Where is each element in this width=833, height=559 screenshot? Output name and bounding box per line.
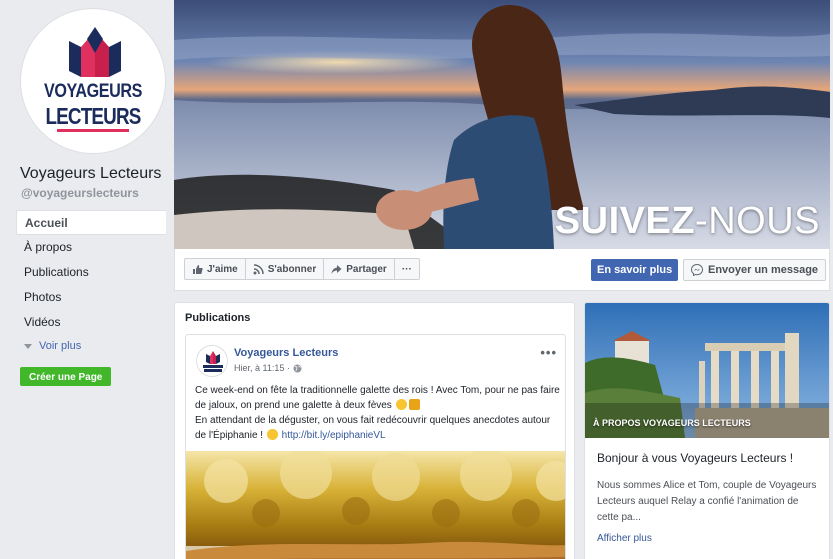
share-arrow-icon: [331, 264, 342, 274]
books-logo-icon: [203, 351, 223, 372]
publications-panel: Publications Voyageurs Lecteurs Hier, à …: [174, 302, 575, 559]
smiling-face-icon: [395, 399, 407, 410]
about-image[interactable]: À PROPOS VOYAGEURS LECTEURS: [585, 303, 829, 438]
logo-text-voyageurs: VOYAGEURS: [44, 81, 142, 102]
post-meta: Hier, à 11:15 ·: [234, 363, 302, 373]
about-panel: À PROPOS VOYAGEURS LECTEURS Bonjour à vo…: [584, 302, 830, 559]
post-image[interactable]: [186, 451, 565, 559]
chevron-down-icon: [24, 343, 32, 349]
follow-label: S'abonner: [267, 263, 317, 275]
page-title[interactable]: Voyageurs Lecteurs: [20, 165, 161, 183]
page-action-buttons: J'aime S'abonner Partager ···: [184, 258, 420, 280]
post-author-avatar[interactable]: [196, 345, 228, 377]
post-author-name[interactable]: Voyageurs Lecteurs: [234, 347, 338, 359]
post-link[interactable]: http://bit.ly/epiphanieVL: [282, 430, 386, 441]
about-description: Nous sommes Alice et Tom, couple de Voya…: [597, 480, 817, 523]
nav-item-publications[interactable]: Publications: [16, 260, 166, 285]
post-options-icon[interactable]: •••: [540, 345, 557, 360]
logo-text-lecteurs: LECTEURS: [45, 103, 141, 129]
post-body: Ce week-end on fête la traditionnelle ga…: [195, 383, 560, 443]
about-heading: Bonjour à vous Voyageurs Lecteurs !: [597, 451, 794, 465]
page-action-bar: J'aime S'abonner Partager ··· En savoir …: [174, 249, 830, 291]
post-timestamp[interactable]: Hier, à 11:15 ·: [234, 363, 290, 373]
share-button[interactable]: Partager: [323, 258, 395, 280]
nav-item-photos[interactable]: Photos: [16, 285, 166, 310]
thumbs-up-icon: [193, 264, 203, 274]
rss-icon: [253, 263, 264, 274]
nav-item-videos[interactable]: Vidéos: [16, 310, 166, 335]
cover-photo[interactable]: SUIVEZ-NOUS: [174, 0, 830, 249]
grinning-face-icon: [266, 429, 278, 440]
show-more-link[interactable]: Afficher plus: [597, 533, 652, 544]
create-page-button[interactable]: Créer une Page: [20, 367, 112, 386]
more-options-button[interactable]: ···: [393, 258, 420, 280]
see-more-link[interactable]: Voir plus: [16, 335, 166, 357]
send-message-label: Envoyer un message: [708, 264, 819, 276]
page-logo: VOYAGEURS LECTEURS: [25, 13, 161, 149]
messenger-icon: [691, 264, 703, 276]
send-message-button[interactable]: Envoyer un message: [683, 259, 827, 281]
like-label: J'aime: [207, 263, 238, 275]
see-more-label: Voir plus: [39, 340, 82, 352]
post-text-line1: Ce week-end on fête la traditionnelle ga…: [195, 385, 560, 411]
globe-icon: [293, 364, 302, 372]
about-caption: À PROPOS VOYAGEURS LECTEURS: [593, 418, 751, 428]
page-username[interactable]: @voyageurslecteurs: [21, 186, 139, 200]
like-button[interactable]: J'aime: [184, 258, 246, 280]
page-nav: Accueil À propos Publications Photos Vid…: [16, 210, 166, 357]
share-label: Partager: [346, 263, 387, 275]
nav-item-a-propos[interactable]: À propos: [16, 235, 166, 260]
post-card: Voyageurs Lecteurs Hier, à 11:15 · ••• C…: [185, 334, 566, 559]
logo-underline: [57, 129, 129, 132]
crown-icon: [408, 399, 420, 410]
page-profile-picture[interactable]: VOYAGEURS LECTEURS: [20, 8, 166, 154]
galette-crown-image: [186, 451, 565, 559]
follow-button[interactable]: S'abonner: [244, 258, 325, 280]
publications-heading: Publications: [185, 312, 251, 324]
left-column: VOYAGEURS LECTEURS Voyageurs Lecteurs @v…: [0, 0, 174, 559]
cover-overlay-light: -NOUS: [695, 200, 820, 242]
learn-more-button[interactable]: En savoir plus: [591, 259, 679, 281]
nav-item-accueil[interactable]: Accueil: [16, 210, 166, 235]
cover-overlay-text: SUIVEZ-NOUS: [555, 200, 820, 243]
more-dots-icon: ···: [401, 263, 412, 275]
books-logo-icon: [69, 27, 121, 77]
cover-overlay-bold: SUIVEZ: [554, 200, 696, 242]
